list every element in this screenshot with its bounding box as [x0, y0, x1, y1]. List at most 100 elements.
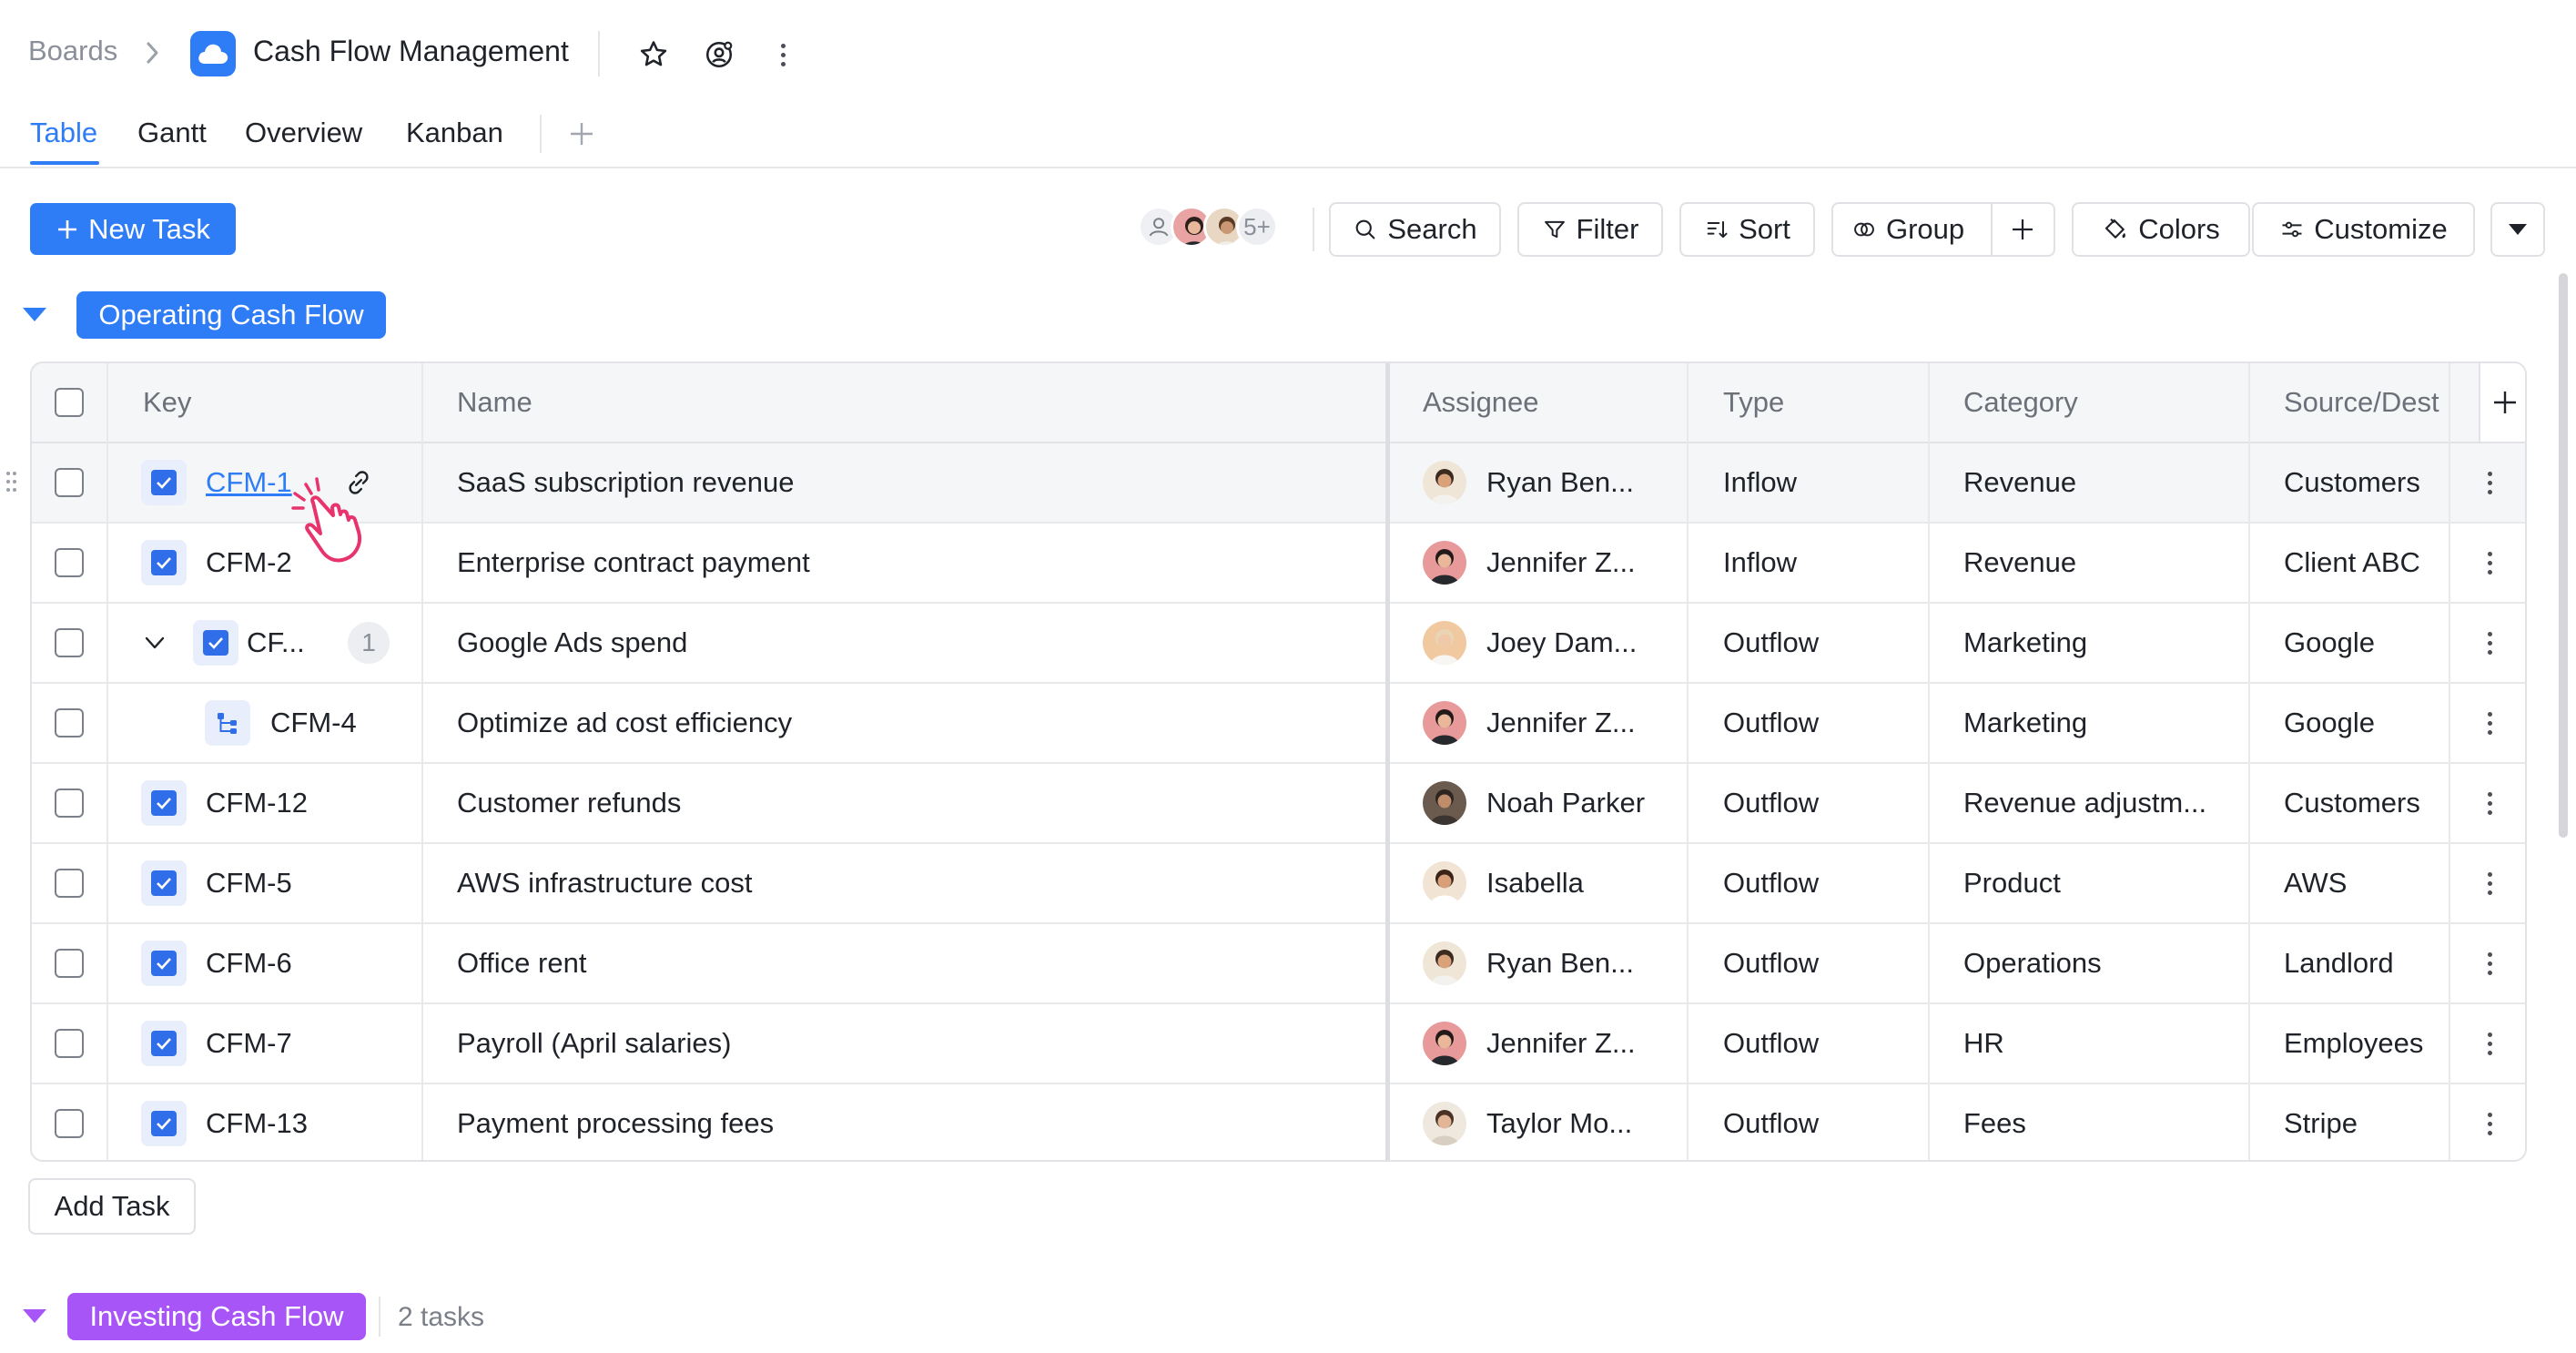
row-menu-icon[interactable]: [2450, 604, 2525, 682]
type-cell[interactable]: Outflow: [1723, 764, 1819, 842]
filter-button[interactable]: Filter: [1517, 202, 1663, 257]
table-row[interactable]: CFM-5 AWS infrastructure cost Isabella O…: [32, 844, 2525, 924]
task-key[interactable]: CF...: [247, 604, 305, 682]
table-row[interactable]: CFM-2 Enterprise contract payment Jennif…: [32, 524, 2525, 604]
table-row[interactable]: CFM-7 Payroll (April salaries) Jennifer …: [32, 1004, 2525, 1084]
table-row[interactable]: CFM-12 Customer refunds Noah Parker Outf…: [32, 764, 2525, 844]
assignee-cell[interactable]: Jennifer Z...: [1423, 1004, 1636, 1083]
watch-icon[interactable]: [699, 35, 739, 75]
table-row[interactable]: CFM-4 Optimize ad cost efficiency Jennif…: [32, 684, 2525, 764]
member-avatars[interactable]: 5+: [1138, 204, 1294, 255]
row-checkbox[interactable]: [55, 524, 84, 602]
more-options-icon[interactable]: [763, 35, 803, 75]
tab-gantt[interactable]: Gantt: [137, 117, 207, 149]
category-cell[interactable]: Operations: [1963, 924, 2102, 1002]
drag-handle-icon[interactable]: [5, 468, 18, 492]
tab-overview[interactable]: Overview: [245, 117, 362, 149]
new-task-button[interactable]: New Task: [30, 203, 236, 255]
column-header-type[interactable]: Type: [1723, 363, 1784, 442]
search-button[interactable]: Search: [1329, 202, 1501, 257]
add-view-icon[interactable]: [564, 117, 599, 151]
source-cell[interactable]: Employees: [2284, 1004, 2423, 1083]
vertical-scrollbar[interactable]: [2559, 273, 2568, 838]
category-cell[interactable]: Fees: [1963, 1084, 2026, 1160]
column-header-category[interactable]: Category: [1963, 363, 2078, 442]
star-icon[interactable]: [634, 35, 674, 75]
table-row[interactable]: CFM-13 Payment processing fees Taylor Mo…: [32, 1084, 2525, 1160]
category-cell[interactable]: Marketing: [1963, 604, 2087, 682]
task-name[interactable]: Customer refunds: [457, 764, 681, 842]
type-cell[interactable]: Inflow: [1723, 524, 1797, 602]
source-cell[interactable]: Customers: [2284, 443, 2420, 522]
category-cell[interactable]: HR: [1963, 1004, 2004, 1083]
row-checkbox[interactable]: [55, 924, 84, 1002]
task-name[interactable]: Payment processing fees: [457, 1084, 774, 1160]
toolbar-dropdown-button[interactable]: [2490, 202, 2545, 257]
group-label-investing[interactable]: Investing Cash Flow: [67, 1293, 366, 1340]
task-key[interactable]: CFM-4: [270, 684, 357, 762]
sort-button[interactable]: Sort: [1679, 202, 1815, 257]
source-cell[interactable]: Client ABC: [2284, 524, 2420, 602]
type-cell[interactable]: Outflow: [1723, 924, 1819, 1002]
category-cell[interactable]: Marketing: [1963, 684, 2087, 762]
assignee-cell[interactable]: Ryan Ben...: [1423, 443, 1634, 522]
table-row[interactable]: CFM-1 SaaS subscription revenue Ryan Ben…: [32, 443, 2525, 524]
category-cell[interactable]: Revenue: [1963, 443, 2076, 522]
row-checkbox[interactable]: [55, 1084, 84, 1160]
assignee-cell[interactable]: Jennifer Z...: [1423, 684, 1636, 762]
type-cell[interactable]: Outflow: [1723, 1004, 1819, 1083]
source-cell[interactable]: Google: [2284, 604, 2375, 682]
row-checkbox[interactable]: [55, 844, 84, 922]
task-key[interactable]: CFM-6: [206, 924, 292, 1002]
column-header-key[interactable]: Key: [143, 363, 191, 442]
table-row[interactable]: CFM-6 Office rent Ryan Ben... Outflow Op…: [32, 924, 2525, 1004]
type-cell[interactable]: Outflow: [1723, 844, 1819, 922]
row-menu-icon[interactable]: [2450, 443, 2525, 522]
task-key[interactable]: CFM-5: [206, 844, 292, 922]
tab-kanban[interactable]: Kanban: [406, 117, 503, 149]
group-label-operating[interactable]: Operating Cash Flow: [76, 291, 386, 339]
type-cell[interactable]: Outflow: [1723, 1084, 1819, 1160]
source-cell[interactable]: Google: [2284, 684, 2375, 762]
source-cell[interactable]: Landlord: [2284, 924, 2394, 1002]
type-cell[interactable]: Outflow: [1723, 604, 1819, 682]
task-name[interactable]: Google Ads spend: [457, 604, 687, 682]
category-cell[interactable]: Revenue: [1963, 524, 2076, 602]
row-checkbox[interactable]: [55, 443, 84, 522]
add-task-button[interactable]: Add Task: [28, 1178, 196, 1235]
column-header-assignee[interactable]: Assignee: [1423, 363, 1539, 442]
task-name[interactable]: Enterprise contract payment: [457, 524, 810, 602]
expand-subtasks-icon[interactable]: [141, 604, 168, 682]
select-all-checkbox[interactable]: [55, 363, 84, 442]
row-menu-icon[interactable]: [2450, 524, 2525, 602]
task-key[interactable]: CFM-13: [206, 1084, 308, 1160]
row-menu-icon[interactable]: [2450, 844, 2525, 922]
assignee-cell[interactable]: Ryan Ben...: [1423, 924, 1634, 1002]
more-members-badge[interactable]: 5+: [1236, 206, 1278, 248]
table-row[interactable]: CF... 1 Google Ads spend Joey Dam... Out…: [32, 604, 2525, 684]
assignee-cell[interactable]: Isabella: [1423, 844, 1584, 922]
assignee-cell[interactable]: Noah Parker: [1423, 764, 1645, 842]
tab-table[interactable]: Table: [30, 117, 97, 149]
type-cell[interactable]: Inflow: [1723, 443, 1797, 522]
breadcrumb-root[interactable]: Boards: [28, 35, 117, 67]
task-name[interactable]: Payroll (April salaries): [457, 1004, 731, 1083]
task-key[interactable]: CFM-2: [206, 524, 292, 602]
collapse-group-icon[interactable]: [23, 308, 46, 321]
add-group-icon[interactable]: [2010, 217, 2035, 242]
source-cell[interactable]: AWS: [2284, 844, 2347, 922]
row-checkbox[interactable]: [55, 1004, 84, 1083]
colors-button[interactable]: Colors: [2072, 202, 2250, 257]
row-menu-icon[interactable]: [2450, 924, 2525, 1002]
task-name[interactable]: SaaS subscription revenue: [457, 443, 795, 522]
category-cell[interactable]: Product: [1963, 844, 2061, 922]
source-cell[interactable]: Stripe: [2284, 1084, 2358, 1160]
subtask-count-badge[interactable]: 1: [348, 622, 390, 664]
task-name[interactable]: Optimize ad cost efficiency: [457, 684, 792, 762]
customize-button[interactable]: Customize: [2252, 202, 2475, 257]
task-name[interactable]: AWS infrastructure cost: [457, 844, 752, 922]
row-checkbox[interactable]: [55, 684, 84, 762]
row-menu-icon[interactable]: [2450, 1004, 2525, 1083]
group-button[interactable]: Group: [1831, 202, 2055, 257]
row-menu-icon[interactable]: [2450, 1084, 2525, 1160]
